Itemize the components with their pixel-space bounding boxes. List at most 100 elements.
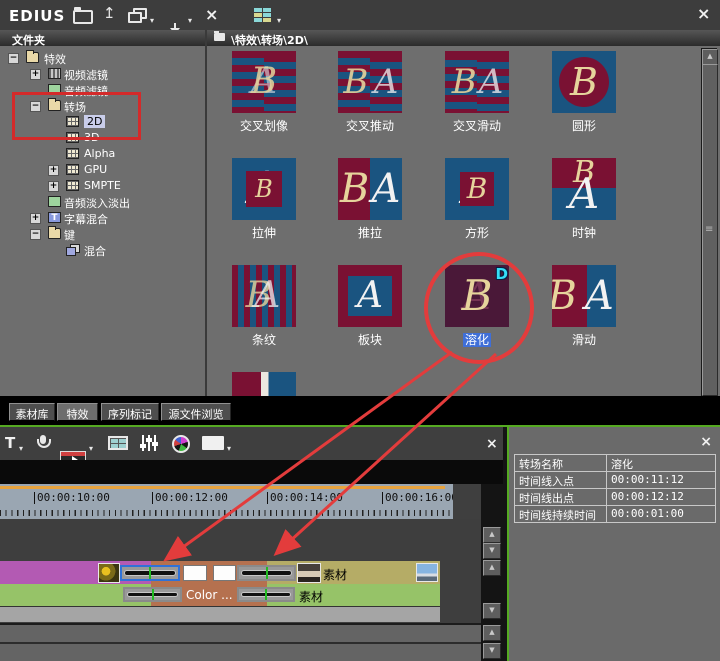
tree-item-3d[interactable]: 3D xyxy=(0,130,205,145)
render-dropdown-caret[interactable]: ▾ xyxy=(89,445,93,453)
import-dropdown-caret[interactable]: ▾ xyxy=(188,17,192,25)
clip-thumbnail-city[interactable] xyxy=(416,563,438,582)
timecode-label: 00:00:10:00 xyxy=(34,492,110,504)
grid-icon[interactable] xyxy=(108,436,128,450)
bottom-region: T ▾ ▾ ▾ × 00:00:10:00 00:00:12:00 00:00:… xyxy=(0,425,720,661)
video-filter-icon xyxy=(48,68,61,79)
expander-icon[interactable]: − xyxy=(30,229,41,240)
transition-dissolve[interactable] xyxy=(123,587,182,602)
track-scroll-up[interactable]: ▲ xyxy=(483,560,501,576)
clip-label: 素材 xyxy=(323,566,347,583)
tree-item-2d[interactable]: 2D xyxy=(0,114,205,129)
clip-thumbnail-flowers[interactable] xyxy=(98,563,120,583)
new-folder-icon[interactable] xyxy=(73,8,93,23)
info-value: 00:00:01:00 xyxy=(607,506,716,522)
tree-item-audio-fade[interactable]: 音频淡入淡出 xyxy=(0,194,205,209)
info-row: 转场名称 溶化 xyxy=(515,455,716,472)
voiceover-mic-icon[interactable] xyxy=(36,435,50,451)
transition-group-icon xyxy=(66,116,79,127)
info-close-button[interactable]: × xyxy=(700,435,712,449)
view-grid-icon[interactable] xyxy=(254,8,271,22)
window-close-button[interactable]: × xyxy=(697,7,710,21)
effect-label: 交叉划像 xyxy=(240,119,288,133)
info-label: 转场名称 xyxy=(515,455,607,471)
duplicate-icon[interactable] xyxy=(128,8,146,23)
effect-palette-panel: \特效\转场\2D\ A B 交叉划像 B A 交叉推动 B A xyxy=(207,30,720,396)
effect-thumbnail: B A xyxy=(445,51,509,113)
timeline-close-button[interactable]: × xyxy=(486,437,498,451)
default-transition-badge: D xyxy=(496,265,508,283)
title-dropdown-caret[interactable]: ▾ xyxy=(19,445,23,453)
tab-sequence-marker[interactable]: 序列标记 xyxy=(101,403,159,421)
tab-effect[interactable]: 特效 xyxy=(57,403,98,421)
folder-panel: 文件夹 − 特效 + 视频滤镜 音频滤镜 − 转场 2D 3D xyxy=(0,30,207,396)
panel-dropdown-caret[interactable]: ▾ xyxy=(227,445,231,453)
track-scroll-column: ▲ ▼ ▲ ▼ ▲ ▼ xyxy=(481,484,501,661)
expander-icon[interactable]: − xyxy=(30,101,41,112)
panel-layout-icon[interactable] xyxy=(202,436,224,450)
tab-label: 源文件浏览 xyxy=(169,408,224,421)
tree-item-audio-filters[interactable]: 音频滤镜 xyxy=(0,82,205,97)
transition-group-icon xyxy=(66,180,79,191)
clip-segment-white[interactable] xyxy=(213,565,236,581)
track-scroll-up[interactable]: ▲ xyxy=(483,527,501,543)
view-dropdown-caret[interactable]: ▾ xyxy=(277,17,281,25)
timeline-info-strip xyxy=(0,460,503,484)
clip-segment-white[interactable] xyxy=(183,565,207,581)
scope-icon[interactable] xyxy=(172,435,190,453)
tree-item-gpu[interactable]: + GPU xyxy=(0,162,205,177)
folder-open-icon xyxy=(48,100,61,111)
letter-a: A xyxy=(254,278,280,314)
timeline-ruler[interactable]: 00:00:10:00 00:00:12:00 00:00:14:00 00:0… xyxy=(0,484,453,519)
tree-item-blend[interactable]: 混合 xyxy=(0,242,205,257)
blend-icon xyxy=(66,244,79,255)
letter-b: B xyxy=(255,177,273,201)
tree-label: 3D xyxy=(84,131,99,144)
timecode-label: 00:00:14:00 xyxy=(267,492,343,504)
scroll-up-button[interactable]: ▲ xyxy=(702,49,718,65)
palette-scrollbar[interactable]: ▲ ≡ ▼ xyxy=(701,48,717,396)
track-scroll-down[interactable]: ▼ xyxy=(483,543,501,559)
expander-icon[interactable]: + xyxy=(48,181,59,192)
tree-item-transitions[interactable]: − 转场 xyxy=(0,98,205,113)
tree-item-smpte[interactable]: + SMPTE xyxy=(0,178,205,193)
empty-track-rows xyxy=(0,623,481,661)
effect-thumbnail: A B xyxy=(232,51,296,113)
transition-dissolve[interactable] xyxy=(237,565,296,581)
expander-icon[interactable]: + xyxy=(30,213,41,224)
audio-filter-icon xyxy=(48,84,61,95)
tree-item-keyers[interactable]: − 键 xyxy=(0,226,205,241)
track-scroll-down[interactable]: ▼ xyxy=(483,603,501,619)
delete-icon[interactable]: × xyxy=(205,8,218,22)
transition-dissolve[interactable] xyxy=(237,587,295,602)
expander-icon[interactable]: − xyxy=(8,53,19,64)
tree-item-video-filters[interactable]: + 视频滤镜 xyxy=(0,66,205,81)
clip-thumbnail-landscape[interactable] xyxy=(297,563,321,583)
tree-item-title-mixer[interactable]: + T 字幕混合 xyxy=(0,210,205,225)
scrollbar-thumb[interactable]: ≡ xyxy=(702,64,718,396)
tree-item-effects[interactable]: − 特效 xyxy=(0,50,205,65)
tab-bin[interactable]: 素材库 xyxy=(9,403,55,421)
clip-label-color: Color ... xyxy=(186,588,233,602)
effect-thumbnail: A B xyxy=(445,158,509,220)
info-label: 时间线入点 xyxy=(515,472,607,488)
effect-label: 方形 xyxy=(465,226,489,240)
move-up-icon[interactable]: ↥ xyxy=(103,6,116,21)
expander-icon[interactable]: + xyxy=(30,69,41,80)
letter-b: B xyxy=(467,175,488,203)
title-tool-icon[interactable]: T xyxy=(5,435,15,451)
tree-label: 视频滤镜 xyxy=(64,67,108,83)
tab-source-browser[interactable]: 源文件浏览 xyxy=(161,403,231,421)
transition-dissolve-selected[interactable] xyxy=(120,565,180,581)
tree-label: 转场 xyxy=(64,99,86,115)
tree-label: 字幕混合 xyxy=(64,211,108,227)
track-scroll-up[interactable]: ▲ xyxy=(483,625,501,641)
effect-thumbnail-partial[interactable] xyxy=(232,372,296,396)
mixer-icon[interactable] xyxy=(140,435,158,451)
empty-track-strip xyxy=(0,606,440,622)
tree-item-alpha[interactable]: Alpha xyxy=(0,146,205,161)
track-scroll-down[interactable]: ▼ xyxy=(483,643,501,659)
expander-icon[interactable]: + xyxy=(48,165,59,176)
effect-thumbnail: B A xyxy=(338,158,402,220)
duplicate-dropdown-caret[interactable]: ▾ xyxy=(150,17,154,25)
